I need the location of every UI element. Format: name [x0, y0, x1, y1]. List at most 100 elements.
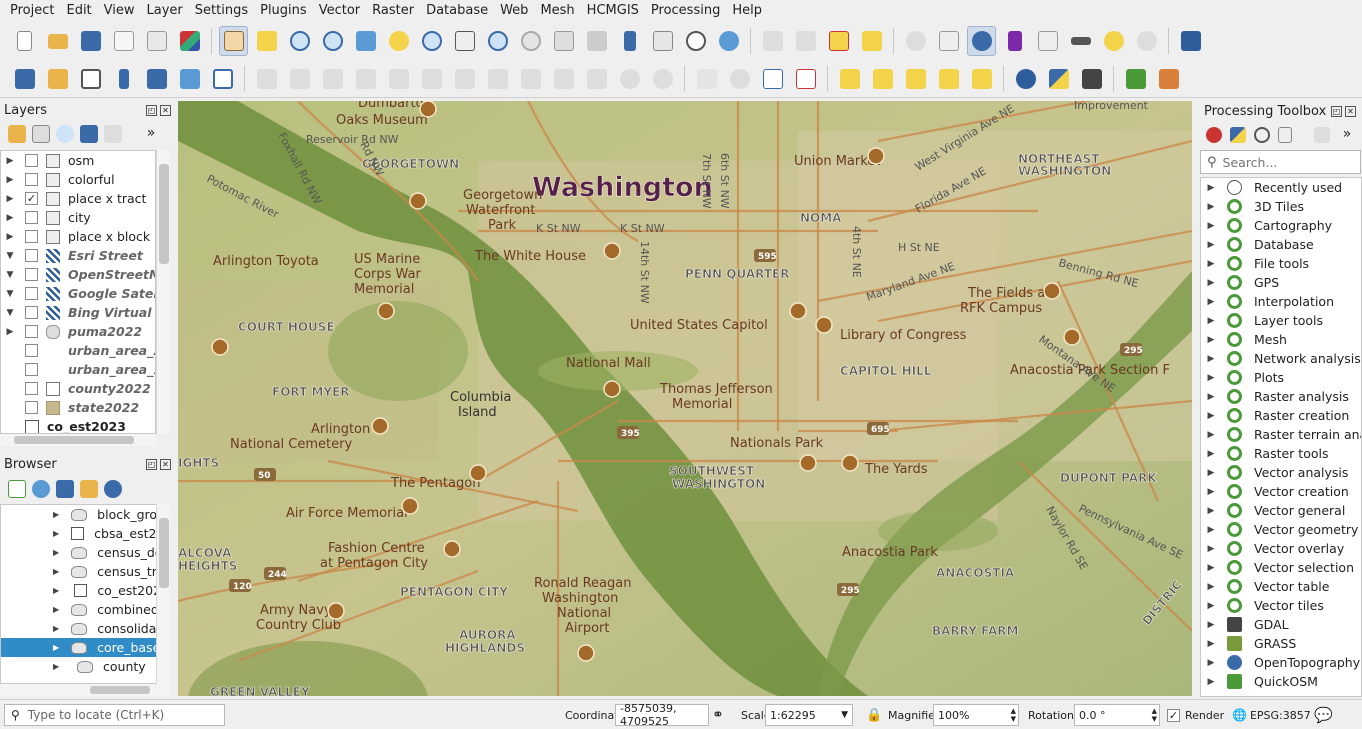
- expand-arrow-icon[interactable]: ▶: [1205, 601, 1217, 611]
- toolbox-provider-item[interactable]: ▶ File tools: [1201, 254, 1361, 273]
- toolbox-provider-item[interactable]: ▶ Vector geometry: [1201, 520, 1361, 539]
- expand-arrow-icon[interactable]: ▶: [1205, 677, 1217, 687]
- new-3d-view-button[interactable]: [582, 26, 611, 56]
- expand-arrow-icon[interactable]: ▶: [1205, 221, 1217, 231]
- expand-arrow-icon[interactable]: ▶: [1205, 468, 1217, 478]
- select-features-button[interactable]: [758, 26, 787, 56]
- python-console-button[interactable]: [1044, 64, 1073, 94]
- expand-arrow-icon[interactable]: ▶: [1205, 392, 1217, 402]
- toolbox-provider-item[interactable]: ▶ Vector table: [1201, 577, 1361, 596]
- layer-visibility-checkbox[interactable]: [25, 230, 38, 243]
- expand-arrow-icon[interactable]: ▶: [3, 156, 17, 166]
- save-edits-button[interactable]: [318, 64, 347, 94]
- layer-visibility-checkbox[interactable]: [25, 382, 38, 395]
- expand-arrow-icon[interactable]: ▶: [1205, 658, 1217, 668]
- map-tips-button[interactable]: [1099, 26, 1128, 56]
- style-manager-button[interactable]: [175, 26, 204, 56]
- expand-arrow-icon[interactable]: ▶: [53, 548, 59, 557]
- virtual-layer-button[interactable]: [142, 64, 171, 94]
- results-icon[interactable]: [1278, 127, 1292, 143]
- zoom-out-button[interactable]: [318, 26, 347, 56]
- identify-features-button[interactable]: [901, 26, 930, 56]
- more-chevron-icon[interactable]: »: [142, 125, 160, 143]
- toolbox-provider-item[interactable]: ▶ Vector overlay: [1201, 539, 1361, 558]
- toolbox-search-input[interactable]: [1222, 154, 1353, 170]
- layer-row[interactable]: ▼ Google Satellite: [1, 284, 155, 303]
- extents-toggle[interactable]: ⚭: [712, 704, 724, 726]
- menu-hcmgis[interactable]: HCMGIS: [581, 0, 645, 22]
- expand-arrow-icon[interactable]: ▶: [3, 232, 17, 242]
- modify-attributes-button[interactable]: [450, 64, 479, 94]
- toolbox-button[interactable]: [967, 26, 996, 56]
- menu-raster[interactable]: Raster: [366, 0, 420, 22]
- toolbox-provider-item[interactable]: ▶ 3D Tiles: [1201, 197, 1361, 216]
- new-map-view-button[interactable]: [549, 26, 578, 56]
- expand-arrow-icon[interactable]: ▶: [53, 529, 59, 538]
- cut-button[interactable]: [516, 64, 545, 94]
- expand-arrow-icon[interactable]: ▼: [3, 270, 17, 280]
- add-vector-button[interactable]: [76, 64, 105, 94]
- paste-button[interactable]: [582, 64, 611, 94]
- menu-web[interactable]: Web: [494, 0, 534, 22]
- layout-manager-button[interactable]: [142, 26, 171, 56]
- map-canvas[interactable]: Washington GEORGETOWN NORTHEAST WASHINGTON N…: [178, 101, 1192, 696]
- expand-arrow-icon[interactable]: ▼: [3, 289, 17, 299]
- expand-arrow-icon[interactable]: ▶: [3, 327, 17, 337]
- label-toolbar-button[interactable]: [692, 64, 721, 94]
- save-project-button[interactable]: [76, 26, 105, 56]
- layer-visibility-checkbox[interactable]: [25, 211, 38, 224]
- expand-arrow-icon[interactable]: ▶: [1205, 544, 1217, 554]
- toolbox-provider-item[interactable]: ▶ Raster tools: [1201, 444, 1361, 463]
- toolbox-provider-item[interactable]: ▶ GRASS: [1201, 634, 1361, 653]
- undo-button[interactable]: [615, 64, 644, 94]
- osm-place-search-button[interactable]: [1011, 64, 1040, 94]
- crs-button[interactable]: 🌐 EPSG:3857: [1232, 704, 1311, 726]
- layer-row[interactable]: ▶ puma2022: [1, 322, 155, 341]
- layer-labeling-button[interactable]: [758, 64, 787, 94]
- edit-features-icon[interactable]: [1314, 127, 1330, 143]
- browser-item[interactable]: ▶ census_desi: [1, 543, 169, 562]
- expand-arrow-icon[interactable]: ▶: [1205, 202, 1217, 212]
- toolbox-provider-item[interactable]: ▶ Layer tools: [1201, 311, 1361, 330]
- lock-scale-button[interactable]: 🔒: [866, 704, 882, 726]
- diagram-button[interactable]: [725, 64, 754, 94]
- float-panel-icon[interactable]: ◰: [146, 104, 157, 116]
- layer-row[interactable]: urban_area_20: [1, 341, 155, 360]
- toolbox-provider-item[interactable]: ▶ Raster creation: [1201, 406, 1361, 425]
- toolbox-provider-item[interactable]: ▶ Database: [1201, 235, 1361, 254]
- toolbox-provider-item[interactable]: ▶ GDAL: [1201, 615, 1361, 634]
- expand-arrow-icon[interactable]: ▶: [53, 605, 59, 614]
- layer-diagram-button[interactable]: [791, 64, 820, 94]
- expand-arrow-icon[interactable]: ▶: [1205, 278, 1217, 288]
- expand-arrow-icon[interactable]: ▶: [53, 643, 59, 652]
- toolbox-provider-item[interactable]: ▶ GPS: [1201, 273, 1361, 292]
- layer-visibility-checkbox[interactable]: ✓: [25, 192, 38, 205]
- layers-horizontal-scrollbar[interactable]: [0, 434, 156, 446]
- expand-arrow-icon[interactable]: ▶: [3, 213, 17, 223]
- zoom-full-button[interactable]: [351, 26, 380, 56]
- browser-item[interactable]: ▶ co_est2023: [1, 581, 169, 600]
- toolbox-provider-item[interactable]: ▶ Vector creation: [1201, 482, 1361, 501]
- pan-map-button[interactable]: [219, 26, 248, 56]
- show-bookmarks-button[interactable]: [648, 26, 677, 56]
- toolbox-provider-item[interactable]: ▶ Raster analysis: [1201, 387, 1361, 406]
- info-icon[interactable]: [104, 480, 122, 498]
- toolbox-provider-item[interactable]: ▶ Network analysis: [1201, 349, 1361, 368]
- layer-visibility-checkbox[interactable]: [25, 268, 38, 281]
- refresh-icon[interactable]: [32, 480, 50, 498]
- layer-visibility-checkbox[interactable]: [25, 154, 38, 167]
- toolbox-provider-item[interactable]: ▶ OpenTopography: [1201, 653, 1361, 672]
- toolbox-provider-item[interactable]: ▶ Interpolation: [1201, 292, 1361, 311]
- browser-item[interactable]: ▶ census_trac: [1, 562, 169, 581]
- toolbox-provider-item[interactable]: ▶ Plots: [1201, 368, 1361, 387]
- render-checkbox[interactable]: ✓ Render: [1167, 704, 1224, 726]
- layer-visibility-checkbox[interactable]: [25, 344, 38, 357]
- measure-button[interactable]: [1066, 26, 1095, 56]
- new-bookmark-button[interactable]: [615, 26, 644, 56]
- menu-project[interactable]: Project: [4, 0, 60, 22]
- scroll-thumb[interactable]: [90, 686, 150, 694]
- expand-arrow-icon[interactable]: ▶: [1205, 297, 1217, 307]
- menu-mesh[interactable]: Mesh: [534, 0, 580, 22]
- menu-vector[interactable]: Vector: [313, 0, 366, 22]
- expand-arrow-icon[interactable]: ▼: [3, 251, 17, 261]
